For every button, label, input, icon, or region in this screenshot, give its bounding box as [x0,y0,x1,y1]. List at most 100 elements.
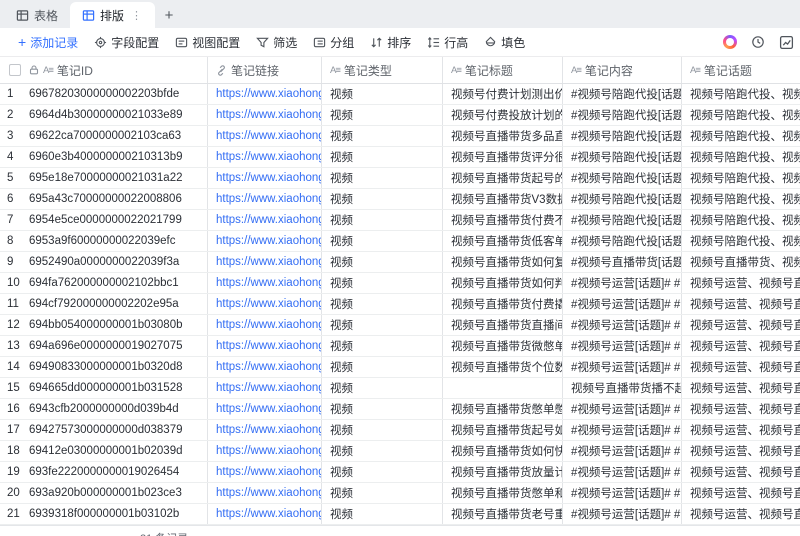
field-config-button[interactable]: 字段配置 [86,28,167,56]
cell-note-content[interactable]: #视频号运营[话题]# #... [563,441,682,461]
cell-note-id[interactable]: 694a696e0000000019027075 [28,336,208,356]
row-number[interactable]: 17 [0,420,28,440]
cell-note-type[interactable]: 视频 [322,105,443,125]
note-link[interactable]: https://www.xiaohongs... [216,445,321,457]
cell-note-id[interactable]: 6952490a0000000022039f3a [28,252,208,272]
cell-note-id[interactable]: 694665dd000000001b031528 [28,378,208,398]
cell-note-link[interactable]: https://www.xiaohongs... [208,168,322,188]
cell-note-type[interactable]: 视频 [322,315,443,335]
cell-note-title[interactable]: 视频号直播带货付费撬... [443,294,563,314]
cell-note-content[interactable]: #视频号运营[话题]# #... [563,504,682,524]
cell-note-link[interactable]: https://www.xiaohongs... [208,210,322,230]
cell-note-topic[interactable]: 视频号陪跑代投、视频... [682,105,800,125]
row-number[interactable]: 13 [0,336,28,356]
note-link[interactable]: https://www.xiaohongs... [216,382,321,394]
cell-note-link[interactable]: https://www.xiaohongs... [208,441,322,461]
cell-note-type[interactable]: 视频 [322,252,443,272]
column-header-note-id[interactable]: A≡ 笔记ID [28,57,208,83]
cell-note-id[interactable]: 6939318f000000001b03102b [28,504,208,524]
cell-note-topic[interactable]: 视频号运营、视频号直... [682,357,800,377]
filter-button[interactable]: 筛选 [248,28,305,56]
cell-note-id[interactable]: 6964d4b30000000021033e89 [28,105,208,125]
fill-color-button[interactable]: 填色 [476,28,533,56]
note-link[interactable]: https://www.xiaohongs... [216,319,321,331]
cell-note-content[interactable]: #视频号运营[话题]# #... [563,273,682,293]
row-number[interactable]: 16 [0,399,28,419]
cell-note-link[interactable]: https://www.xiaohongs... [208,294,322,314]
note-link[interactable]: https://www.xiaohongs... [216,109,321,121]
row-height-button[interactable]: 行高 [419,28,476,56]
cell-note-id[interactable]: 69427573000000000d038379 [28,420,208,440]
cell-note-type[interactable]: 视频 [322,441,443,461]
note-link[interactable]: https://www.xiaohongs... [216,424,321,436]
cell-note-topic[interactable]: 视频号陪跑代投、视频... [682,210,800,230]
column-header-note-topic[interactable]: A≡ 笔记话题 [682,57,800,83]
cell-note-type[interactable]: 视频 [322,126,443,146]
row-number[interactable]: 12 [0,315,28,335]
cell-note-title[interactable]: 视频号直播带货憋单憋... [443,399,563,419]
cell-note-content[interactable]: #视频号陪跑代投[话题]... [563,168,682,188]
cell-note-topic[interactable]: 视频号陪跑代投、视频... [682,168,800,188]
cell-note-topic[interactable]: 视频号运营、视频号直... [682,294,800,314]
cell-note-id[interactable]: 693fe2220000000019026454 [28,462,208,482]
cell-note-type[interactable]: 视频 [322,357,443,377]
cell-note-title[interactable]: 视频号付费计划测出价 [443,84,563,104]
row-number[interactable]: 10 [0,273,28,293]
cell-note-title[interactable]: 视频号直播带货微憋单... [443,336,563,356]
tab-table[interactable]: 表格 [4,2,70,28]
cell-note-title[interactable]: 视频号直播带货如何快... [443,441,563,461]
add-tab-button[interactable]: + [155,2,183,28]
note-link[interactable]: https://www.xiaohongs... [216,193,321,205]
view-config-button[interactable]: 视图配置 [167,28,248,56]
cell-note-id[interactable]: 69622ca7000000002103ca63 [28,126,208,146]
cell-note-type[interactable]: 视频 [322,84,443,104]
cell-note-id[interactable]: 6954e5ce0000000022021799 [28,210,208,230]
cell-note-title[interactable]: 视频号直播带货评分很... [443,147,563,167]
cell-note-link[interactable]: https://www.xiaohongs... [208,504,322,524]
cell-note-topic[interactable]: 视频号直播带货、视频... [682,252,800,272]
cell-note-title[interactable]: 视频号直播带货V3数据... [443,189,563,209]
note-link[interactable]: https://www.xiaohongs... [216,214,321,226]
cell-note-content[interactable]: #视频号直播带货[话题]... [563,252,682,272]
note-link[interactable]: https://www.xiaohongs... [216,298,321,310]
cell-note-content[interactable]: #视频号运营[话题]# #... [563,399,682,419]
cell-note-link[interactable]: https://www.xiaohongs... [208,105,322,125]
cell-note-id[interactable]: 695a43c70000000022008806 [28,189,208,209]
cell-note-link[interactable]: https://www.xiaohongs... [208,315,322,335]
note-link[interactable]: https://www.xiaohongs... [216,403,321,415]
cell-note-type[interactable]: 视频 [322,399,443,419]
cell-note-content[interactable]: #视频号运营[话题]# #... [563,420,682,440]
cell-note-id[interactable]: 694cf792000000002202e95a [28,294,208,314]
cell-note-type[interactable]: 视频 [322,462,443,482]
cell-note-link[interactable]: https://www.xiaohongs... [208,126,322,146]
note-link[interactable]: https://www.xiaohongs... [216,466,321,478]
cell-note-id[interactable]: 69490833000000001b0320d8 [28,357,208,377]
row-number[interactable]: 1 [0,84,28,104]
cell-note-link[interactable]: https://www.xiaohongs... [208,462,322,482]
cell-note-link[interactable]: https://www.xiaohongs... [208,483,322,503]
cell-note-link[interactable]: https://www.xiaohongs... [208,84,322,104]
cell-note-topic[interactable]: 视频号陪跑代投、视频... [682,147,800,167]
note-link[interactable]: https://www.xiaohongs... [216,235,321,247]
cell-note-title[interactable]: 视频号直播带货低客单... [443,231,563,251]
cell-note-title[interactable]: 视频号直播带货放量计... [443,462,563,482]
cell-note-title[interactable]: 视频号直播带货老号重... [443,504,563,524]
cell-note-topic[interactable]: 视频号运营、视频号直... [682,504,800,524]
cell-note-title[interactable] [443,378,563,398]
note-link[interactable]: https://www.xiaohongs... [216,361,321,373]
column-header-note-link[interactable]: 笔记链接 [208,57,322,83]
row-number[interactable]: 9 [0,252,28,272]
cell-note-topic[interactable]: 视频号运营、视频号直... [682,399,800,419]
cell-note-type[interactable]: 视频 [322,189,443,209]
group-button[interactable]: 分组 [305,28,362,56]
cell-note-content[interactable]: #视频号运营[话题]# #... [563,315,682,335]
row-number[interactable]: 18 [0,441,28,461]
cell-note-topic[interactable]: 视频号运营、视频号直... [682,420,800,440]
cell-note-topic[interactable]: 视频号运营、视频号直... [682,462,800,482]
cell-note-type[interactable]: 视频 [322,378,443,398]
cell-note-content[interactable]: #视频号运营[话题]# #... [563,357,682,377]
cell-note-content[interactable]: #视频号运营[话题]# #... [563,336,682,356]
cell-note-title[interactable]: 视频号直播带货如何复... [443,252,563,272]
cell-note-id[interactable]: 694bb054000000001b03080b [28,315,208,335]
cell-note-title[interactable]: 视频号直播带货付费不... [443,210,563,230]
